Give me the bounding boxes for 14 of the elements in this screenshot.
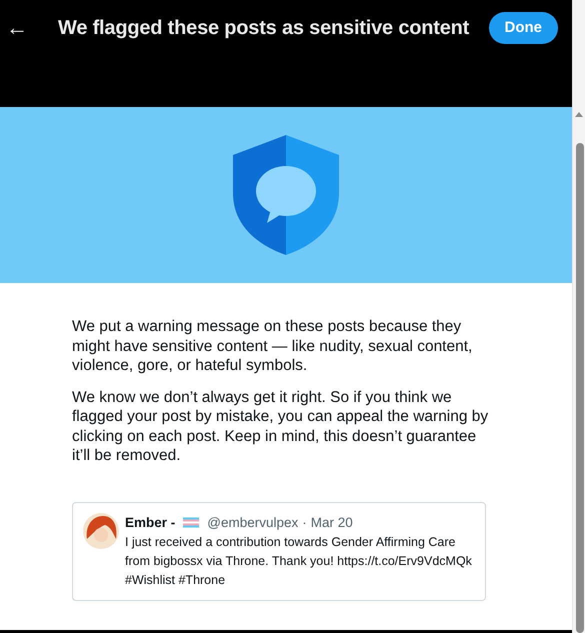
post-text: I just received a contribution towards Gender Affirming Care from bigbossx via Throne. Thank you! https://t.co/Erv9VdcMQk #Wishlist #Throne bbox=[125, 534, 473, 589]
body-paragraph: We know we don’t always get it right. So if you think we flagged your post by mistake, you can appeal the warning by clicking on each post. Keep in mind, this doesn’t guarantee it’ll be removed. bbox=[72, 388, 490, 466]
dialog-title: We flagged these posts as sensitive content bbox=[58, 16, 470, 41]
avatar bbox=[83, 512, 119, 548]
scroll-up-icon[interactable] bbox=[574, 110, 584, 118]
post-card[interactable]: Ember - @embervulpex · Mar 20 I just received a contribution towards Gender Affirming Care from bigbossx via Throne. Thank you! https://t.co/Erv9VdcMQk #Wishlist #Throne bbox=[72, 502, 486, 601]
scrollbar[interactable] bbox=[572, 0, 585, 633]
post-date: Mar 20 bbox=[310, 514, 353, 532]
flag-icon bbox=[183, 517, 200, 528]
back-button[interactable]: ← bbox=[6, 11, 58, 45]
body-paragraph: We put a warning message on these posts because they might have sensitive content — like nudity, sexual content, violence, gore, or hateful symbols. bbox=[72, 317, 474, 376]
author-handle: @embervulpex bbox=[207, 514, 298, 532]
separator: · bbox=[302, 514, 307, 532]
author-name: Ember - bbox=[125, 514, 176, 532]
